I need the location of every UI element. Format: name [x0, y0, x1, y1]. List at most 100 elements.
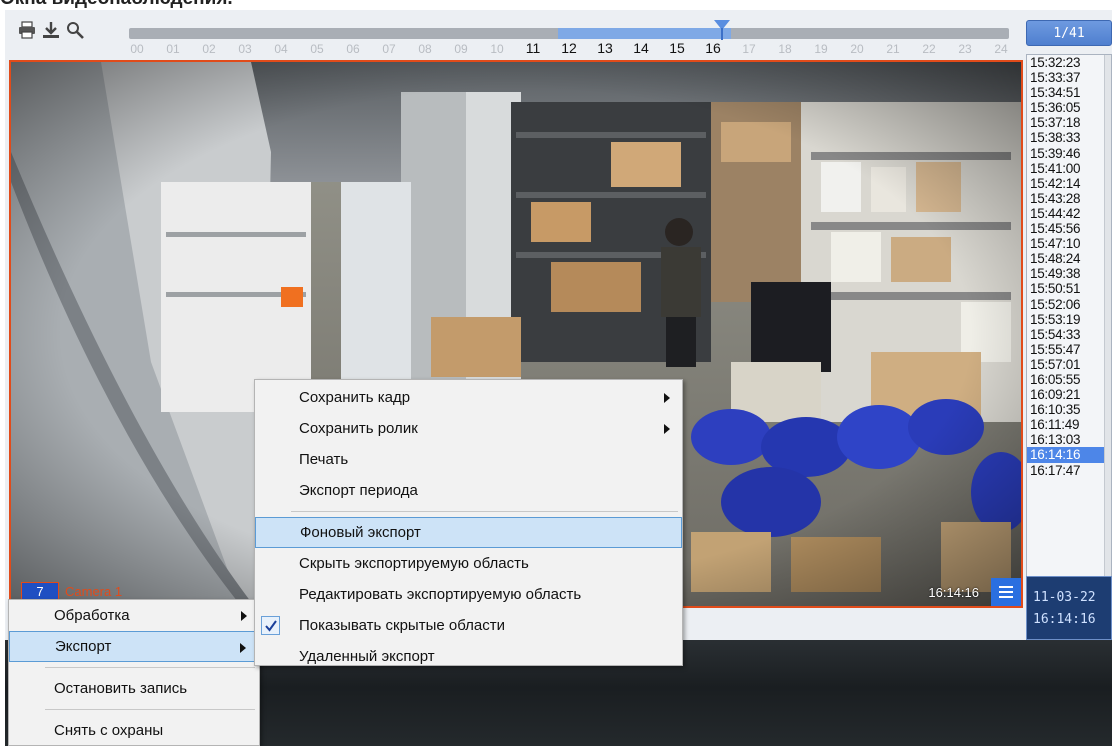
time-list-item[interactable]: 15:47:10	[1027, 236, 1111, 251]
time-list-item[interactable]: 15:42:14	[1027, 176, 1111, 191]
print-icon[interactable]	[17, 20, 37, 40]
time-value: 16:14:16	[1033, 612, 1096, 627]
camera-badge: 7 Camera 1	[21, 582, 122, 600]
event-time-list[interactable]: 15:32:23 15:33:37 15:34:51 15:36:05 15:37:18…	[1026, 54, 1112, 582]
time-list-item[interactable]: 15:57:01	[1027, 357, 1111, 372]
menu-item-right_menu-2[interactable]: Печать	[255, 444, 682, 475]
menu-item-label: Обработка	[54, 607, 130, 624]
page-heading: Окна видеонаблюдения.	[0, 0, 233, 10]
timeline-hour-label: 22	[922, 42, 936, 56]
export-submenu: Сохранить кадр Сохранить ролик Печать Экспо…	[254, 379, 683, 666]
menu-item-label: Остановить запись	[54, 680, 188, 697]
timeline-selection[interactable]	[558, 28, 731, 39]
camera-context-menu: Обработка Экспорт Остановить запись Снять с…	[8, 599, 260, 746]
time-list-item[interactable]: 16:17:47	[1027, 463, 1111, 478]
camera-name: Camera 1	[65, 583, 123, 599]
time-list-item[interactable]: 15:32:23	[1027, 55, 1111, 70]
menu-item-right_menu-3[interactable]: Экспорт периода	[255, 475, 682, 506]
page-counter[interactable]: 1/41	[1026, 20, 1112, 46]
timeline-hour-label: 16	[705, 40, 721, 56]
menu-item-label: Экспорт периода	[299, 482, 418, 499]
timeline-hour-label: 05	[310, 42, 324, 56]
time-list-item[interactable]: 15:52:06	[1027, 297, 1111, 312]
timeline-hour-label: 10	[490, 42, 504, 56]
menu-item-label: Экспорт	[55, 638, 112, 655]
timeline-hour-label: 11	[525, 40, 541, 56]
menu-separator	[291, 511, 678, 512]
time-list-item[interactable]: 15:45:56	[1027, 221, 1111, 236]
time-list-item[interactable]: 15:38:33	[1027, 130, 1111, 145]
menu-item-right_menu-6[interactable]: Редактировать экспортируемую область	[255, 579, 682, 610]
submenu-arrow-icon	[241, 611, 247, 621]
toolbar	[17, 20, 85, 40]
menu-item-right_menu-7[interactable]: Показывать скрытые области	[255, 610, 682, 641]
time-list-item[interactable]: 15:33:37	[1027, 70, 1111, 85]
menu-item-right_menu-4[interactable]: Фоновый экспорт	[255, 517, 682, 548]
time-list-item[interactable]: 16:13:03	[1027, 432, 1111, 447]
timeline-hour-label: 21	[886, 42, 900, 56]
timeline-hour-label: 14	[633, 40, 649, 56]
timeline-hour-label: 01	[166, 42, 180, 56]
menu-item-label: Удаленный экспорт	[299, 648, 435, 665]
timeline-hour-label: 19	[814, 42, 828, 56]
menu-item-right_menu-5[interactable]: Скрыть экспортируемую область	[255, 548, 682, 579]
timeline-hour-label: 04	[274, 42, 288, 56]
camera-timestamp: 16:14:16	[928, 585, 979, 600]
submenu-arrow-icon	[664, 424, 670, 434]
timeline-hour-label: 03	[238, 42, 252, 56]
menu-item-left_menu-3[interactable]: Снять с охраны	[9, 715, 259, 746]
timeline[interactable]: 00 01 02 03 04 05 06 07 08 09 10 11 12 13 14 15 16 17 18 19…	[129, 20, 1009, 56]
time-list-item[interactable]: 16:11:49	[1027, 417, 1111, 432]
timeline-hour-label: 18	[778, 42, 792, 56]
time-list-item[interactable]: 15:43:28	[1027, 191, 1111, 206]
menu-separator	[45, 709, 255, 710]
time-list-item[interactable]: 15:55:47	[1027, 342, 1111, 357]
checkmark-icon	[261, 616, 280, 635]
time-list-item[interactable]: 15:49:38	[1027, 266, 1111, 281]
time-list-item[interactable]: 15:50:51	[1027, 281, 1111, 296]
menu-item-label: Редактировать экспортируемую область	[299, 586, 582, 603]
screenshot-root: Окна видеонаблюдения. 00 01 02 03 04 05 06 07 08…	[0, 0, 1112, 746]
download-icon[interactable]	[41, 20, 61, 40]
menu-item-left_menu-0[interactable]: Обработка	[9, 600, 259, 631]
timeline-hour-label: 09	[454, 42, 468, 56]
time-list-item[interactable]: 15:41:00	[1027, 161, 1111, 176]
menu-item-label: Фоновый экспорт	[300, 524, 421, 541]
time-list-item[interactable]: 15:54:33	[1027, 327, 1111, 342]
menu-item-left_menu-1[interactable]: Экспорт	[9, 631, 259, 662]
time-list-item[interactable]: 15:44:42	[1027, 206, 1111, 221]
menu-item-label: Сохранить кадр	[299, 389, 411, 406]
time-list-item[interactable]: 15:48:24	[1027, 251, 1111, 266]
time-list-item[interactable]: 16:14:16	[1027, 447, 1111, 463]
time-list-item[interactable]: 15:37:18	[1027, 115, 1111, 130]
camera-menu-icon[interactable]	[991, 578, 1021, 606]
menu-item-label: Показывать скрытые области	[299, 617, 505, 634]
time-list-item[interactable]: 16:09:21	[1027, 387, 1111, 402]
date-value: 11-03-22	[1033, 590, 1096, 605]
menu-separator	[45, 667, 255, 668]
search-icon[interactable]	[65, 20, 85, 40]
timeline-cursor-line	[720, 28, 723, 40]
timeline-hour-label: 24	[994, 42, 1008, 56]
time-list-item[interactable]: 16:10:35	[1027, 402, 1111, 417]
menu-item-label: Скрыть экспортируемую область	[299, 555, 529, 572]
time-list-item[interactable]: 16:05:55	[1027, 372, 1111, 387]
menu-item-label: Сохранить ролик	[299, 420, 418, 437]
menu-item-right_menu-8[interactable]: Удаленный экспорт	[255, 641, 682, 672]
menu-item-right_menu-0[interactable]: Сохранить кадр	[255, 382, 682, 413]
menu-item-left_menu-2[interactable]: Остановить запись	[9, 673, 259, 704]
time-list-scrollbar[interactable]	[1104, 55, 1111, 581]
datetime-display: 11-03-22 16:14:16	[1026, 576, 1112, 640]
submenu-arrow-icon	[664, 393, 670, 403]
timeline-hour-label: 17	[742, 42, 756, 56]
time-list-item[interactable]: 15:39:46	[1027, 146, 1111, 161]
time-list-item[interactable]: 15:34:51	[1027, 85, 1111, 100]
timeline-hour-label: 00	[130, 42, 144, 56]
camera-number[interactable]: 7	[21, 582, 59, 600]
menu-item-right_menu-1[interactable]: Сохранить ролик	[255, 413, 682, 444]
time-list-item[interactable]: 15:36:05	[1027, 100, 1111, 115]
submenu-arrow-icon	[240, 643, 246, 653]
timeline-hour-label: 07	[382, 42, 396, 56]
timeline-hour-label: 08	[418, 42, 432, 56]
time-list-item[interactable]: 15:53:19	[1027, 312, 1111, 327]
